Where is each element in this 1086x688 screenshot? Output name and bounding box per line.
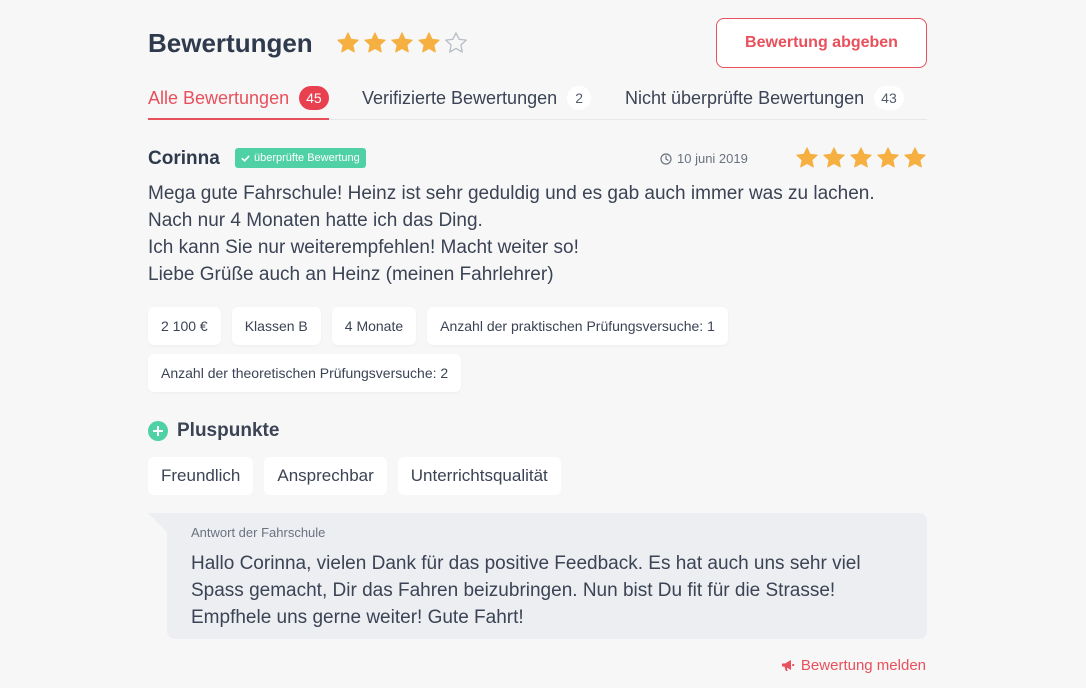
star-filled-icon	[391, 32, 413, 53]
review-tabs: Alle Bewertungen 45 Verifizierte Bewertu…	[148, 84, 927, 120]
verified-badge-label: überprüfte Bewertung	[254, 152, 360, 164]
pro-tag: Ansprechbar	[264, 457, 387, 495]
megaphone-icon	[781, 660, 795, 671]
page-title: Bewertungen	[148, 28, 313, 58]
review-text: Mega gute Fahrschule! Heinz ist sehr ged…	[148, 180, 927, 288]
report-review-label: Bewertung melden	[800, 657, 926, 674]
star-filled-icon	[337, 32, 359, 53]
report-review-link[interactable]: Bewertung melden	[781, 657, 926, 674]
star-filled-icon	[364, 32, 386, 53]
review-date-text: 10 juni 2019	[677, 151, 748, 166]
plus-circle-icon	[148, 421, 168, 441]
clock-icon	[660, 152, 672, 165]
tab-unverified-reviews[interactable]: Nicht überprüfte Bewertungen 43	[625, 84, 904, 120]
review-card: Bewertungen Bewertung abgeben Alle Bewer…	[0, 0, 1086, 688]
star-filled-icon	[904, 147, 926, 168]
review-date: 10 juni 2019	[660, 151, 748, 166]
overall-rating	[336, 31, 468, 55]
pro-tag: Unterrichtsqualität	[397, 457, 561, 495]
detail-chip: Klassen B	[231, 307, 321, 345]
tab-count-badge: 43	[874, 86, 904, 110]
review-header: Corinna überprüfte Bewertung 10 juni 201…	[148, 146, 927, 172]
detail-chip: 2 100 €	[148, 307, 221, 345]
tab-verified-reviews[interactable]: Verifizierte Bewertungen 2	[362, 84, 592, 120]
star-filled-icon	[823, 147, 845, 168]
detail-chip: Anzahl der praktischen Prüfungsversuche:…	[427, 307, 728, 345]
tab-label: Nicht überprüfte Bewertungen	[625, 88, 865, 108]
pros-title: Pluspunkte	[177, 420, 280, 441]
pros-heading: Pluspunkte	[148, 420, 279, 442]
give-review-button[interactable]: Bewertung abgeben	[716, 18, 927, 68]
detail-chip: Anzahl der theoretischen Prüfungsversuch…	[148, 354, 462, 392]
reviews-header: Bewertungen Bewertung abgeben	[148, 18, 927, 68]
check-icon	[241, 155, 250, 162]
tab-label: Alle Bewertungen	[148, 88, 290, 108]
answer-bubble-tail	[148, 513, 168, 533]
answer-text: Hallo Corinna, vielen Dank für das posit…	[191, 553, 861, 628]
tab-all-reviews[interactable]: Alle Bewertungen 45	[148, 84, 329, 120]
pros-list: Freundlich Ansprechbar Unterrichtsqualität	[148, 457, 561, 495]
detail-chip: 4 Monate	[331, 307, 417, 345]
review-text-line: Liebe Grüße auch an Heinz (meinen Fahrle…	[148, 264, 554, 285]
star-filled-icon	[418, 32, 440, 53]
review-details: 2 100 € Klassen B 4 Monate Anzahl der prakt…	[148, 307, 748, 392]
review-rating	[795, 146, 927, 170]
star-filled-icon	[796, 147, 818, 168]
tab-label: Verifizierte Bewertungen	[362, 88, 558, 108]
pro-tag: Freundlich	[148, 457, 254, 495]
review-text-line: Ich kann Sie nur weiterempfehlen! Macht …	[148, 237, 579, 258]
tab-count-badge: 45	[299, 86, 329, 110]
star-filled-icon	[850, 147, 872, 168]
review-text-line: Mega gute Fahrschule! Heinz ist sehr ged…	[148, 183, 875, 204]
answer-label: Antwort der Fahrschule	[191, 525, 326, 540]
star-empty-icon	[445, 32, 467, 53]
star-filled-icon	[877, 147, 899, 168]
verified-badge: überprüfte Bewertung	[235, 148, 366, 168]
tab-count-badge: 2	[567, 86, 592, 110]
review-author: Corinna	[148, 148, 220, 169]
school-answer: Antwort der Fahrschule Hallo Corinna, vi…	[167, 513, 927, 639]
review-text-line: Nach nur 4 Monaten hatte ich das Ding.	[148, 210, 483, 231]
